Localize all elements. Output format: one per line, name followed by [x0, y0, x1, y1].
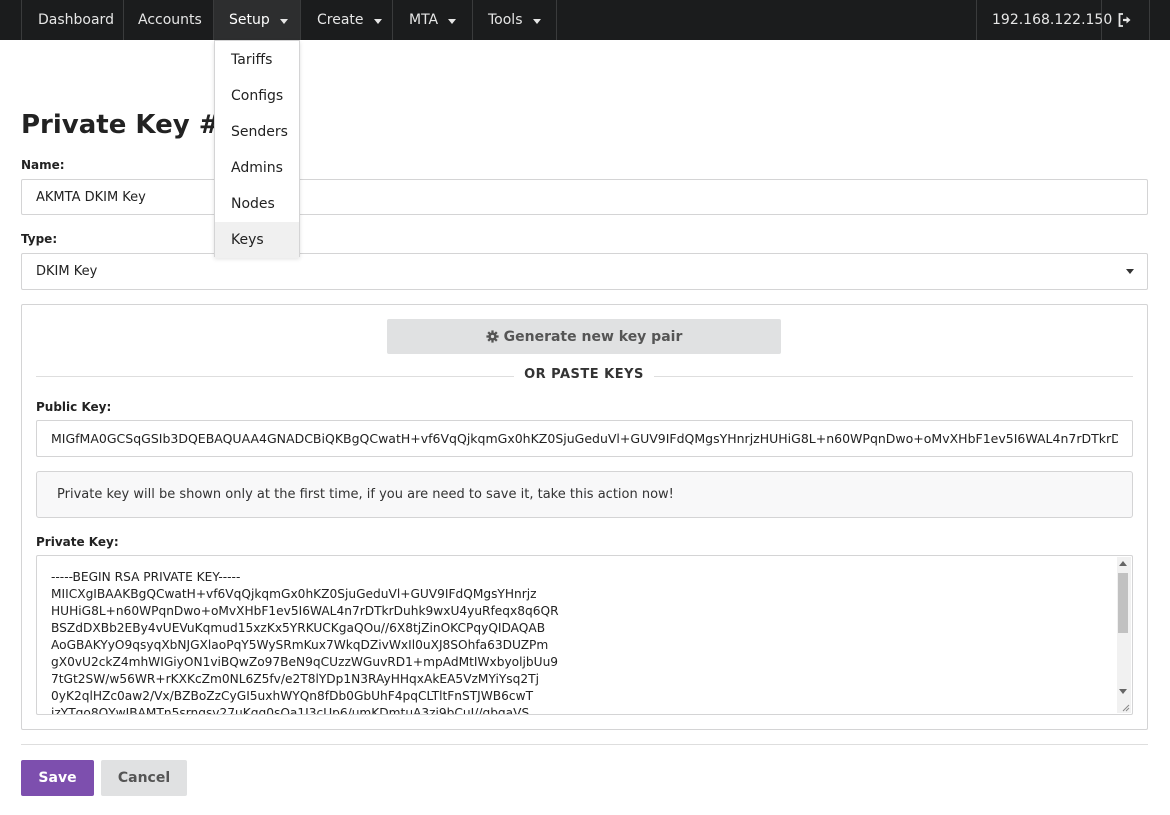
nav-tools[interactable]: Tools — [473, 0, 557, 40]
menu-item-nodes[interactable]: Nodes — [215, 186, 299, 222]
nav-logout[interactable] — [1102, 0, 1150, 40]
nav-dashboard[interactable]: Dashboard — [21, 0, 124, 40]
menu-item-label: Nodes — [231, 196, 275, 212]
setup-dropdown-menu: Tariffs Configs Senders Admins Nodes Key… — [214, 40, 300, 258]
caret-down-icon — [448, 18, 457, 24]
menu-item-senders[interactable]: Senders — [215, 114, 299, 150]
nav-dashboard-label: Dashboard — [38, 12, 114, 28]
type-label: Type: — [21, 232, 58, 246]
menu-item-label: Senders — [231, 124, 288, 140]
public-key-value: MIGfMA0GCSqGSIb3DQEBAQUAA4GNADCBiQKBgQCw… — [51, 431, 1118, 446]
sign-out-icon — [1118, 13, 1131, 27]
ip-address-label: 192.168.122.150 — [992, 12, 1113, 28]
public-key-label: Public Key: — [36, 400, 112, 414]
caret-down-icon — [279, 18, 288, 24]
resize-grip-icon[interactable] — [1120, 702, 1130, 712]
scroll-up-arrow-icon[interactable] — [1119, 561, 1127, 566]
gear-icon — [486, 330, 499, 343]
dropdown-arrow-icon — [1126, 269, 1134, 274]
caret-down-icon — [373, 18, 382, 24]
nav-mta[interactable]: MTA — [393, 0, 473, 40]
menu-item-configs[interactable]: Configs — [215, 78, 299, 114]
name-label: Name: — [21, 158, 65, 172]
name-input[interactable]: AKMTA DKIM Key — [21, 179, 1148, 215]
type-select-value: DKIM Key — [36, 264, 98, 279]
save-button[interactable]: Save — [21, 760, 94, 796]
notice-text: Private key will be shown only at the fi… — [57, 487, 674, 502]
caret-down-icon — [532, 18, 541, 24]
nav-setup[interactable]: Setup — [214, 0, 301, 40]
menu-item-tariffs[interactable]: Tariffs — [215, 42, 299, 78]
nav-ip-address[interactable]: 192.168.122.150 — [976, 0, 1112, 40]
nav-accounts-label: Accounts — [138, 12, 202, 28]
top-navbar: Dashboard Accounts Setup Create MTA Tool… — [0, 0, 1170, 40]
public-key-input[interactable]: MIGfMA0GCSqGSIb3DQEBAQUAA4GNADCBiQKBgQCw… — [36, 420, 1133, 457]
form-divider — [21, 744, 1148, 745]
page-title: Private Key #n — [21, 110, 240, 140]
type-select[interactable]: DKIM Key — [21, 253, 1148, 290]
private-key-label: Private Key: — [36, 535, 119, 549]
generate-key-pair-button[interactable]: Generate new key pair — [387, 319, 781, 354]
private-key-notice: Private key will be shown only at the fi… — [36, 471, 1133, 518]
nav-create[interactable]: Create — [301, 0, 393, 40]
scroll-down-arrow-icon[interactable] — [1119, 689, 1127, 694]
textarea-scrollbar[interactable] — [1117, 557, 1131, 713]
menu-item-admins[interactable]: Admins — [215, 150, 299, 186]
menu-item-keys[interactable]: Keys — [215, 222, 299, 258]
generate-button-label: Generate new key pair — [503, 328, 683, 345]
divider-line-right — [654, 376, 1133, 377]
nav-tools-label: Tools — [488, 12, 523, 28]
or-paste-keys-divider: OR PASTE KEYS — [524, 367, 644, 382]
divider-line-left — [36, 376, 514, 377]
menu-item-label: Admins — [231, 160, 283, 176]
scroll-thumb[interactable] — [1118, 573, 1128, 633]
private-key-textarea[interactable]: -----BEGIN RSA PRIVATE KEY----- MIICXgIB… — [36, 555, 1133, 715]
nav-accounts[interactable]: Accounts — [124, 0, 214, 40]
nav-mta-label: MTA — [409, 12, 439, 28]
menu-item-label: Tariffs — [231, 52, 273, 68]
nav-create-label: Create — [317, 12, 364, 28]
cancel-button[interactable]: Cancel — [101, 760, 187, 796]
name-input-value: AKMTA DKIM Key — [36, 189, 146, 205]
private-key-value: -----BEGIN RSA PRIVATE KEY----- MIICXgIB… — [51, 570, 559, 715]
nav-setup-label: Setup — [229, 12, 270, 28]
menu-item-label: Keys — [231, 232, 264, 248]
menu-item-label: Configs — [231, 88, 284, 104]
